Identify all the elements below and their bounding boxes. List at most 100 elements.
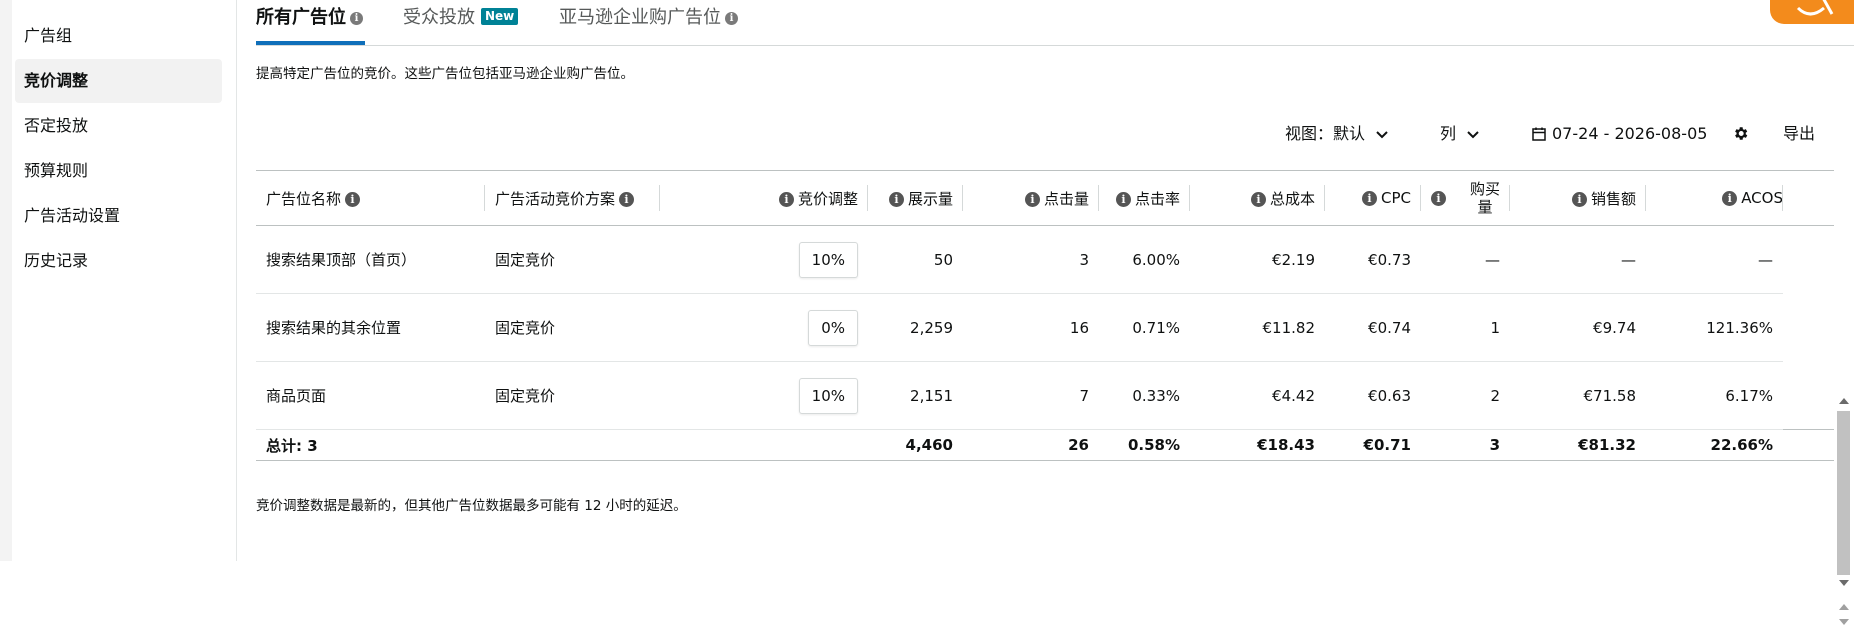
cell-strategy: 固定竞价 xyxy=(485,293,660,362)
info-icon[interactable]: i xyxy=(1024,191,1040,207)
column-header-label: 广告活动竞价方案 xyxy=(495,189,616,208)
column-header-spend[interactable]: i 总成本 xyxy=(1190,170,1325,226)
settings-button[interactable] xyxy=(1732,123,1749,145)
sidebar-item-campaign-settings[interactable]: 广告活动设置 xyxy=(15,194,222,238)
bid-adjustment-input[interactable]: 10% xyxy=(798,377,858,414)
sidebar-item-negative-targeting[interactable]: 否定投放 xyxy=(15,104,222,148)
info-icon[interactable]: i xyxy=(888,191,904,207)
date-range-picker[interactable]: 07-24 - 2026-08-05 xyxy=(1532,123,1707,145)
column-header-label: CPC xyxy=(1381,189,1411,207)
table-row: 搜索结果的其余位置 固定竞价 0% 2,259 16 0.71% €11.82 … xyxy=(256,293,1834,362)
sidebar-edge xyxy=(0,0,12,561)
placements-table: 广告位名称 i 广告活动竞价方案 i i 竞价调整 i 展示量 i 点击量 i … xyxy=(256,170,1834,461)
scroll-up-arrow[interactable] xyxy=(1839,398,1849,404)
total-sales: €81.32 xyxy=(1510,429,1646,461)
info-icon[interactable]: i xyxy=(1722,191,1738,206)
export-button[interactable]: 导出 xyxy=(1783,123,1815,145)
main-content: 所有广告位 i 受众投放 New 亚马逊企业购广告位 i 提高特定广告位的竞价。这些广… xyxy=(236,0,1854,625)
cell-ctr: 6.00% xyxy=(1099,225,1190,294)
cell-spacer xyxy=(1783,362,1834,430)
info-icon[interactable]: i xyxy=(1431,190,1446,206)
info-icon[interactable]: i xyxy=(1115,191,1131,207)
sidebar: 广告组 竞价调整 否定投放 预算规则 广告活动设置 历史记录 xyxy=(0,0,237,561)
info-icon[interactable]: i xyxy=(1571,191,1587,207)
description-text: 提高特定广告位的竞价。这些广告位包括亚马逊企业购广告位。 xyxy=(256,66,634,82)
column-header-label: 销售额 xyxy=(1590,189,1636,208)
cell-placement: 商品页面 xyxy=(256,361,485,430)
sidebar-item-budget-rules[interactable]: 预算规则 xyxy=(15,149,222,193)
columns-dropdown[interactable]: 列 xyxy=(1440,123,1479,145)
column-header-label: 点击率 xyxy=(1134,189,1180,208)
column-header-spacer xyxy=(1783,170,1834,226)
column-header-ctr[interactable]: i 点击率 xyxy=(1099,170,1190,226)
cell-strategy: 固定竞价 xyxy=(485,361,660,430)
sidebar-item-label: 竞价调整 xyxy=(24,71,89,90)
tab-all-placements[interactable]: 所有广告位 i xyxy=(256,0,365,45)
cell-acos: 121.36% xyxy=(1646,293,1783,362)
column-header-bid-adjustment[interactable]: i 竞价调整 xyxy=(660,170,868,226)
tab-label: 亚马逊企业购广告位 xyxy=(559,7,721,28)
tab-label: 受众投放 xyxy=(403,7,475,28)
view-dropdown[interactable]: 视图：默认 xyxy=(1285,123,1388,145)
cell-empty xyxy=(485,429,660,461)
cell-placement: 搜索结果顶部（首页） xyxy=(256,225,485,294)
bid-adjustment-input[interactable]: 0% xyxy=(808,309,858,346)
info-icon[interactable]: i xyxy=(619,191,635,207)
info-icon[interactable]: i xyxy=(1250,191,1266,207)
chevron-down-icon xyxy=(1467,130,1479,138)
feedback-icon xyxy=(1796,0,1834,16)
cell-acos: 6.17% xyxy=(1646,361,1783,430)
gear-icon xyxy=(1735,127,1748,140)
cell-clicks: 3 xyxy=(963,225,1099,294)
columns-label: 列 xyxy=(1440,124,1457,143)
column-header-clicks[interactable]: i 点击量 xyxy=(963,170,1099,226)
column-header-label-line1: 购买 xyxy=(1469,180,1500,198)
sidebar-item-bid-adjustments[interactable]: 竞价调整 xyxy=(15,59,222,103)
info-icon[interactable]: i xyxy=(350,11,363,25)
column-header-placement[interactable]: 广告位名称 i xyxy=(256,170,485,226)
info-icon[interactable]: i xyxy=(345,191,361,207)
sidebar-item-history[interactable]: 历史记录 xyxy=(15,239,222,283)
column-header-sales[interactable]: i 销售额 xyxy=(1510,170,1646,226)
total-row-scrollbar[interactable] xyxy=(1835,602,1852,628)
info-icon[interactable]: i xyxy=(725,11,738,25)
scrollbar-thumb[interactable] xyxy=(1837,411,1850,575)
scroll-down-arrow[interactable] xyxy=(1839,619,1849,625)
sidebar-item-label: 历史记录 xyxy=(24,251,89,270)
cell-empty xyxy=(660,429,868,461)
vertical-scrollbar[interactable] xyxy=(1835,394,1852,594)
sidebar-item-label: 广告活动设置 xyxy=(24,206,121,225)
column-header-label: 竞价调整 xyxy=(797,189,858,208)
tab-audience-targeting[interactable]: 受众投放 New xyxy=(403,0,519,45)
cell-cpc: €0.73 xyxy=(1325,225,1421,294)
cell-ctr: 0.33% xyxy=(1099,361,1190,430)
column-header-orders[interactable]: i 购买量 xyxy=(1421,170,1510,226)
cell-sales: — xyxy=(1510,225,1646,294)
date-range-value: 07-24 - 2026-08-05 xyxy=(1552,124,1708,143)
column-header-acos[interactable]: i ACOS xyxy=(1646,170,1783,226)
new-badge: New xyxy=(481,8,519,25)
sidebar-item-ad-groups[interactable]: 广告组 xyxy=(15,14,222,58)
chevron-down-icon xyxy=(1376,130,1388,138)
sidebar-item-label: 否定投放 xyxy=(24,116,89,135)
cell-impressions: 50 xyxy=(868,225,963,294)
info-icon[interactable]: i xyxy=(1362,191,1377,206)
column-header-impressions[interactable]: i 展示量 xyxy=(868,170,963,226)
table-header-row: 广告位名称 i 广告活动竞价方案 i i 竞价调整 i 展示量 i 点击量 i … xyxy=(256,170,1834,226)
calendar-icon xyxy=(1532,127,1546,141)
scroll-down-arrow[interactable] xyxy=(1839,580,1849,586)
cell-strategy: 固定竞价 xyxy=(485,225,660,294)
total-impressions: 4,460 xyxy=(868,429,963,461)
cell-sales: €9.74 xyxy=(1510,293,1646,362)
tab-business-placements[interactable]: 亚马逊企业购广告位 i xyxy=(559,0,738,45)
info-icon[interactable]: i xyxy=(778,191,794,207)
column-header-cpc[interactable]: i CPC xyxy=(1325,170,1421,226)
scroll-up-arrow[interactable] xyxy=(1839,604,1849,610)
column-header-strategy[interactable]: 广告活动竞价方案 i xyxy=(485,170,660,226)
table-row: 商品页面 固定竞价 10% 2,151 7 0.33% €4.42 €0.63 … xyxy=(256,361,1834,430)
cell-orders: 1 xyxy=(1421,293,1510,362)
bid-adjustment-input[interactable]: 10% xyxy=(798,241,858,278)
corner-badge[interactable] xyxy=(1770,0,1854,24)
cell-impressions: 2,259 xyxy=(868,293,963,362)
sidebar-item-label: 广告组 xyxy=(24,26,73,45)
